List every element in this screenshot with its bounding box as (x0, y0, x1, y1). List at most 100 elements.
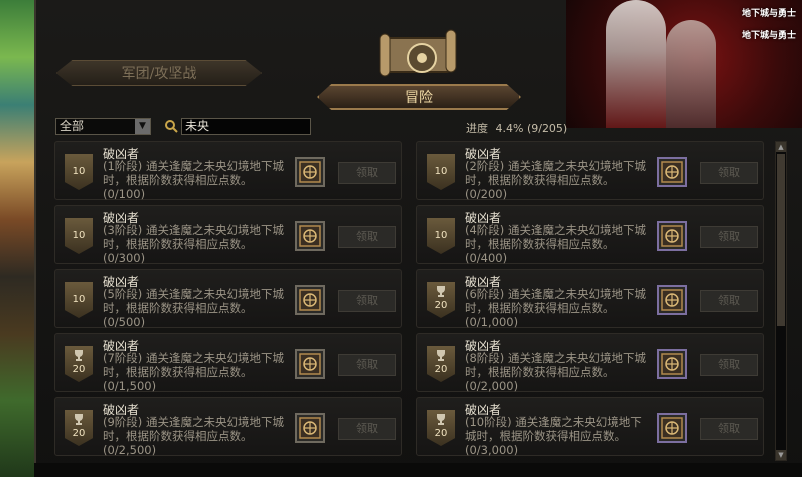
event-banner[interactable]: 地下城与勇士 地下城与勇士 (566, 0, 802, 128)
points-value: 20 (72, 428, 86, 439)
points-badge: 20 (427, 346, 455, 382)
achievement-count: (0/3,000) (465, 443, 519, 457)
achievement-card: 10 破凶者 (3阶段) 通关逢魔之未央幻境地下城时，根据阶数获得相应点数。 (… (54, 205, 402, 265)
points-badge: 20 (427, 282, 455, 318)
scrollbar[interactable]: ▲ ▼ (775, 141, 787, 461)
claim-button[interactable]: 领取 (338, 162, 396, 184)
points-value: 20 (434, 364, 448, 375)
background-scene (0, 0, 34, 477)
claim-button[interactable]: 领取 (700, 226, 758, 248)
emblem-icon (299, 161, 321, 183)
scrollbar-thumb[interactable] (777, 154, 785, 326)
reward-icon[interactable] (295, 285, 325, 315)
claim-button[interactable]: 领取 (700, 418, 758, 440)
character-art-2 (666, 20, 716, 128)
reward-icon[interactable] (295, 413, 325, 443)
points-value: 10 (72, 166, 86, 177)
scroll-up-icon[interactable]: ▲ (776, 142, 786, 152)
points-value: 10 (434, 166, 448, 177)
emblem-icon (299, 225, 321, 247)
achievement-card: 20 破凶者 (7阶段) 通关逢魔之未央幻境地下城时，根据阶数获得相应点数。 (… (54, 333, 402, 393)
banner-logo-bottom: 地下城与勇士 (741, 31, 796, 41)
achievement-count: (0/1,000) (465, 315, 519, 329)
points-value: 10 (72, 294, 86, 305)
progress-indicator: 进度 4.4% (9/205) (466, 120, 567, 136)
character-art (606, 0, 666, 128)
achievement-count: (0/2,500) (103, 443, 157, 457)
achievement-card: 20 破凶者 (10阶段) 通关逢魔之未央幻境地下城时，根据阶数获得相应点数。 … (416, 397, 764, 457)
scroll-compass-icon (379, 29, 457, 77)
points-value: 20 (434, 300, 448, 311)
achievement-card: 20 破凶者 (9阶段) 通关逢魔之未央幻境地下城时，根据阶数获得相应点数。 (… (54, 397, 402, 457)
achievement-card: 20 破凶者 (8阶段) 通关逢魔之未央幻境地下城时，根据阶数获得相应点数。 (… (416, 333, 764, 393)
claim-button[interactable]: 领取 (700, 290, 758, 312)
achievement-description: (9阶段) 通关逢魔之未央幻境地下城时，根据阶数获得相应点数。 (0/2,500… (103, 415, 285, 457)
achievement-desc-text: (4阶段) 通关逢魔之未央幻境地下城时，根据阶数获得相应点数。 (465, 223, 646, 251)
reward-icon[interactable] (295, 349, 325, 379)
panel-footer (34, 463, 802, 477)
reward-icon[interactable] (657, 285, 687, 315)
achievement-desc-text: (7阶段) 通关逢魔之未央幻境地下城时，根据阶数获得相应点数。 (103, 351, 284, 379)
trophy-icon (437, 414, 445, 425)
chevron-down-icon[interactable]: ▼ (135, 119, 150, 134)
emblem-icon (299, 353, 321, 375)
achievement-count: (0/400) (465, 251, 508, 265)
trophy-icon (75, 414, 83, 425)
reward-icon[interactable] (657, 157, 687, 187)
points-badge: 20 (65, 410, 93, 446)
achievement-description: (6阶段) 通关逢魔之未央幻境地下城时，根据阶数获得相应点数。 (0/1,000… (465, 287, 647, 329)
achievement-count: (0/100) (103, 187, 146, 201)
points-badge: 10 (65, 282, 93, 318)
achievement-description: (3阶段) 通关逢魔之未央幻境地下城时，根据阶数获得相应点数。 (0/300) (103, 223, 285, 265)
emblem-icon (661, 225, 683, 247)
emblem-icon (661, 161, 683, 183)
achievement-desc-text: (9阶段) 通关逢魔之未央幻境地下城时，根据阶数获得相应点数。 (103, 415, 284, 443)
scroll-down-icon[interactable]: ▼ (776, 450, 786, 460)
achievement-count: (0/2,000) (465, 379, 519, 393)
tab-adventure[interactable]: 冒险 (317, 84, 521, 110)
reward-icon[interactable] (657, 349, 687, 379)
claim-button[interactable]: 领取 (338, 290, 396, 312)
search-input[interactable]: 未央 (181, 118, 311, 135)
achievement-count: (0/200) (465, 187, 508, 201)
achievement-description: (5阶段) 通关逢魔之未央幻境地下城时，根据阶数获得相应点数。 (0/500) (103, 287, 285, 329)
points-badge: 10 (65, 218, 93, 254)
progress-value: 4.4% (9/205) (495, 122, 568, 135)
banner-logo-top: 地下城与勇士 (741, 9, 796, 19)
achievement-description: (10阶段) 通关逢魔之未央幻境地下城时，根据阶数获得相应点数。 (0/3,00… (465, 415, 647, 457)
achievement-count: (0/500) (103, 315, 146, 329)
trophy-icon (75, 350, 83, 361)
tab-legion[interactable]: 军团/攻坚战 (56, 60, 262, 86)
achievement-card: 10 破凶者 (5阶段) 通关逢魔之未央幻境地下城时，根据阶数获得相应点数。 (… (54, 269, 402, 329)
reward-icon[interactable] (295, 157, 325, 187)
emblem-icon (661, 417, 683, 439)
achievement-description: (1阶段) 通关逢魔之未央幻境地下城时，根据阶数获得相应点数。 (0/100) (103, 159, 285, 201)
points-value: 20 (434, 428, 448, 439)
category-select[interactable]: 全部 ▼ (55, 118, 151, 135)
reward-icon[interactable] (657, 413, 687, 443)
points-value: 10 (434, 230, 448, 241)
emblem-icon (299, 289, 321, 311)
reward-icon[interactable] (657, 221, 687, 251)
emblem-icon (661, 353, 683, 375)
achievement-card: 20 破凶者 (6阶段) 通关逢魔之未央幻境地下城时，根据阶数获得相应点数。 (… (416, 269, 764, 329)
achievement-description: (2阶段) 通关逢魔之未央幻境地下城时，根据阶数获得相应点数。 (0/200) (465, 159, 647, 201)
points-value: 20 (72, 364, 86, 375)
claim-button[interactable]: 领取 (338, 354, 396, 376)
claim-button[interactable]: 领取 (338, 226, 396, 248)
points-value: 10 (72, 230, 86, 241)
claim-button[interactable]: 领取 (700, 354, 758, 376)
progress-label: 进度 (466, 122, 488, 135)
achievement-count: (0/1,500) (103, 379, 157, 393)
category-select-value: 全部 (60, 119, 85, 133)
claim-button[interactable]: 领取 (700, 162, 758, 184)
achievement-desc-text: (6阶段) 通关逢魔之未央幻境地下城时，根据阶数获得相应点数。 (465, 287, 646, 315)
points-badge: 20 (427, 410, 455, 446)
claim-button[interactable]: 领取 (338, 418, 396, 440)
points-badge: 10 (427, 154, 455, 190)
achievement-card: 10 破凶者 (1阶段) 通关逢魔之未央幻境地下城时，根据阶数获得相应点数。 (… (54, 141, 402, 201)
emblem-icon (661, 289, 683, 311)
reward-icon[interactable] (295, 221, 325, 251)
achievement-description: (4阶段) 通关逢魔之未央幻境地下城时，根据阶数获得相应点数。 (0/400) (465, 223, 647, 265)
trophy-icon (437, 350, 445, 361)
